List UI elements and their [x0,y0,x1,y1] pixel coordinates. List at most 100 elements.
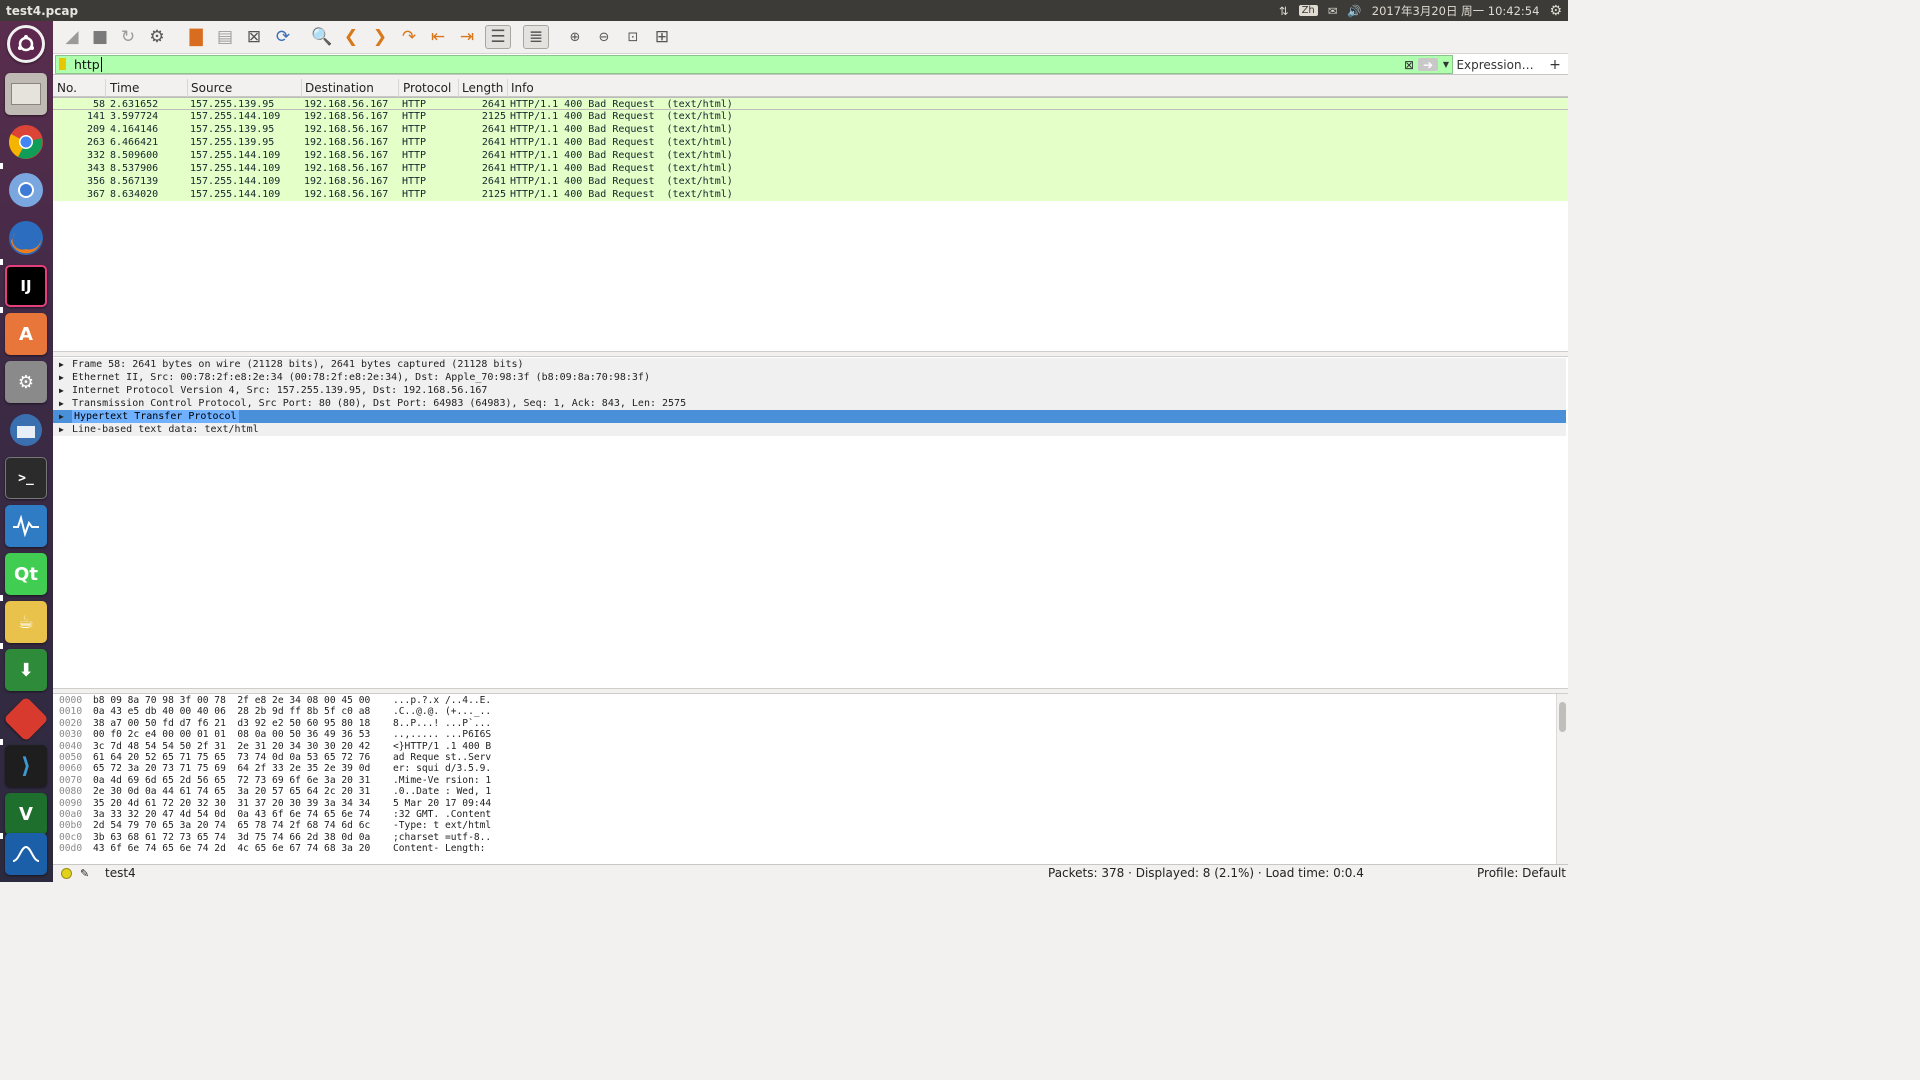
go-to-packet-icon[interactable]: ↷ [396,25,422,49]
byte-hex[interactable]: 38 a7 00 50 fd d7 f6 21 d3 92 e2 50 60 9… [93,718,370,729]
packet-row[interactable]: 263 6.466421 157.255.139.95 192.168.56.1… [53,136,1568,149]
thunderbird-icon[interactable] [5,409,47,451]
gear-icon[interactable]: ⚙ [1549,3,1562,19]
mail-icon[interactable]: ✉ [1328,4,1338,18]
go-back-icon[interactable]: ❮ [338,25,364,49]
packet-row[interactable]: 356 8.567139 157.255.144.109 192.168.56.… [53,175,1568,188]
system-monitor-icon[interactable] [5,505,47,547]
chrome-icon[interactable] [5,121,47,163]
chromium-icon[interactable] [5,169,47,211]
column-header-protocol[interactable]: Protocol [399,79,459,97]
terminal-icon[interactable]: >_ [5,457,47,499]
software-center-icon[interactable]: A [5,313,47,355]
byte-ascii[interactable]: .Mime-Ve rsion: 1 [393,775,491,786]
byte-hex[interactable]: 43 6f 6e 74 65 6e 74 2d 4c 65 6e 67 74 6… [93,843,370,854]
edit-comment-icon[interactable]: ✎ [80,865,89,882]
detail-row[interactable]: ▶ Transmission Control Protocol, Src Port… [53,397,1566,410]
colorize-icon[interactable]: ≣ [523,25,549,49]
byte-ascii[interactable]: Content- Length: [393,843,491,854]
git-icon[interactable] [3,696,49,742]
byte-ascii[interactable]: 8..P...! ...P`... [393,718,491,729]
system-settings-icon[interactable]: ⚙ [5,361,47,403]
resize-columns-icon[interactable]: ⊞ [649,25,675,49]
column-header-destination[interactable]: Destination [301,79,399,97]
ubuntu-dash-icon[interactable] [7,25,45,63]
profile-indicator[interactable]: Profile: Default [1477,865,1566,882]
capture-options-icon[interactable]: ⚙ [144,25,170,49]
clear-filter-icon[interactable]: ⊠ [1402,55,1416,74]
byte-ascii[interactable]: .0..Date : Wed, 1 [393,786,491,797]
column-header-info[interactable]: Info [507,79,1568,97]
expert-info-icon[interactable] [61,868,72,879]
detail-row[interactable]: ▶ Frame 58: 2641 bytes on wire (21128 bit… [53,358,1566,371]
byte-ascii[interactable]: :32 GMT. .Content [393,809,491,820]
byte-hex[interactable]: 61 64 20 52 65 71 75 65 73 74 0d 0a 53 6… [93,752,370,763]
column-header-source[interactable]: Source [187,79,302,97]
byte-hex[interactable]: 3a 33 32 20 47 4d 54 0d 0a 43 6f 6e 74 6… [93,809,370,820]
detail-row[interactable]: ▶ Line-based text data: text/html [53,423,1566,436]
last-packet-icon[interactable]: ⇥ [454,25,480,49]
add-filter-button[interactable]: + [1547,55,1563,74]
byte-ascii[interactable]: ;charset =utf-8.. [393,832,491,843]
expand-arrow-icon[interactable]: ▶ [59,371,64,384]
expand-arrow-icon[interactable]: ▶ [59,423,64,436]
byte-hex[interactable]: 2d 54 79 70 65 3a 20 74 65 78 74 2f 68 7… [93,820,370,831]
column-header-length[interactable]: Length [458,79,508,97]
byte-ascii[interactable]: ...p.?.x /..4..E. [393,695,491,706]
display-filter-input[interactable]: http [55,55,1453,74]
packet-row[interactable]: 367 8.634020 157.255.144.109 192.168.56.… [53,188,1568,201]
go-forward-icon[interactable]: ❯ [367,25,393,49]
packet-row[interactable]: 58 2.631652 157.255.139.95 192.168.56.16… [53,97,1568,110]
packet-row[interactable]: 332 8.509600 157.255.144.109 192.168.56.… [53,149,1568,162]
packet-row[interactable]: 141 3.597724 157.255.144.109 192.168.56.… [53,110,1568,123]
restart-capture-icon[interactable]: ↻ [115,25,141,49]
firefox-icon[interactable] [5,217,47,259]
expression-button[interactable]: Expression… [1456,55,1533,74]
download-manager-icon[interactable]: ⬇ [5,649,47,691]
byte-hex[interactable]: 00 f0 2c e4 00 00 01 01 08 0a 00 50 36 4… [93,729,370,740]
find-packet-icon[interactable]: 🔍 [309,25,335,49]
byte-ascii[interactable]: 5 Mar 20 17 09:44 [393,798,491,809]
detail-row[interactable]: ▶ Ethernet II, Src: 00:78:2f:e8:2e:34 (00… [53,371,1566,384]
byte-hex[interactable]: 0a 4d 69 6d 65 2d 56 65 72 73 69 6f 6e 3… [93,775,370,786]
byte-ascii[interactable]: er: squi d/3.5.9. [393,763,491,774]
autoscroll-icon[interactable]: ☰ [485,25,511,49]
byte-hex[interactable]: 0a 43 e5 db 40 00 40 06 28 2b 9d ff 8b 5… [93,706,370,717]
reload-file-icon[interactable]: ⟳ [270,25,296,49]
clock[interactable]: 2017年3月20日 周一 10:42:54 [1372,3,1540,19]
expand-arrow-icon[interactable]: ▶ [59,397,64,410]
save-file-icon[interactable]: ▤ [212,25,238,49]
vscode-icon[interactable]: ⟩ [5,745,47,787]
byte-ascii[interactable]: .C..@.@. (+..._.. [393,706,491,717]
detail-row[interactable]: ▶ Internet Protocol Version 4, Src: 157.2… [53,384,1566,397]
start-capture-icon[interactable]: ◢ [59,25,85,49]
normal-size-icon[interactable]: ⊡ [620,25,646,49]
byte-ascii[interactable]: -Type: t ext/html [393,820,491,831]
input-method-indicator[interactable]: Zh [1298,5,1318,16]
byte-hex[interactable]: b8 09 8a 70 98 3f 00 78 2f e8 2e 34 08 0… [93,695,370,706]
byte-hex[interactable]: 3b 63 68 61 72 73 65 74 3d 75 74 66 2d 3… [93,832,370,843]
packet-row[interactable]: 343 8.537906 157.255.144.109 192.168.56.… [53,162,1568,175]
byte-ascii[interactable]: ..,..... ...P6I6S [393,729,491,740]
teapot-icon[interactable]: ☕ [5,601,47,643]
expand-arrow-icon[interactable]: ▶ [59,410,64,423]
byte-hex[interactable]: 2e 30 0d 0a 44 61 74 65 3a 20 57 65 64 2… [93,786,370,797]
detail-row-selected[interactable]: ▶ Hypertext Transfer Protocol [53,410,1566,423]
byte-ascii[interactable]: ad Reque st..Serv [393,752,491,763]
expand-arrow-icon[interactable]: ▶ [59,384,64,397]
byte-hex[interactable]: 65 72 3a 20 73 71 75 69 64 2f 33 2e 35 2… [93,763,370,774]
files-icon[interactable] [5,73,47,115]
expand-arrow-icon[interactable]: ▶ [59,358,64,371]
filter-dropdown-icon[interactable]: ▼ [1441,55,1451,74]
byte-hex[interactable]: 3c 7d 48 54 54 50 2f 31 2e 31 20 34 30 3… [93,741,370,752]
zoom-out-icon[interactable]: ⊖ [591,25,617,49]
column-header-time[interactable]: Time [106,79,188,97]
volume-icon[interactable]: 🔊 [1347,4,1361,18]
network-icon[interactable]: ⇅ [1279,4,1289,18]
byte-hex[interactable]: 35 20 4d 61 72 20 32 30 31 37 20 30 39 3… [93,798,370,809]
byte-ascii[interactable]: <}HTTP/1 .1 400 B [393,741,491,752]
qt-creator-icon[interactable]: Qt [5,553,47,595]
intellij-icon[interactable]: IJ [5,265,47,307]
first-packet-icon[interactable]: ⇤ [425,25,451,49]
apply-filter-icon[interactable]: ➔ [1418,58,1438,72]
